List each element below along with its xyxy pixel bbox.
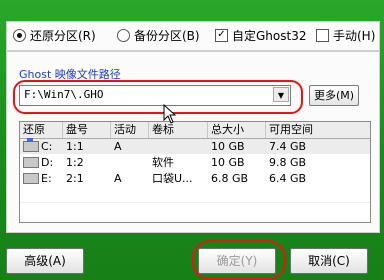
ok-highlight-ring: [192, 240, 286, 280]
radio-unselected-icon: [117, 29, 130, 42]
disk-cell: 1:2: [66, 156, 84, 169]
custom-ghost-checkbox[interactable]: ✓ 自定Ghost32: [215, 28, 306, 44]
radio-selected-icon: [13, 29, 26, 42]
disk-cell: 2:1: [66, 172, 84, 185]
disk-cell: 1:1: [66, 140, 84, 153]
drive-icon: [23, 172, 39, 184]
drive-cell: E:: [20, 171, 52, 186]
label-cell: [149, 139, 152, 154]
more-button[interactable]: 更多(M): [309, 85, 359, 106]
column-header-label[interactable]: 卷标: [149, 122, 208, 138]
free-space-cell: 6.4 GB: [269, 172, 307, 185]
free-space-cell: 9.8 GB: [269, 156, 307, 169]
drive-cell: D:: [20, 155, 53, 170]
backup-partition-label: 备份分区(B): [134, 29, 200, 43]
table-row[interactable]: E: 2:1 A 口袋U... 6.8 GB 6.4 GB: [20, 171, 370, 186]
drive-letter: D:: [41, 156, 54, 169]
restore-panel: Ghost 映像文件路径 F:\Win7\.GHO ▼ 更多(M) 还原 盘号 …: [6, 51, 380, 233]
partition-table: 还原 盘号 活动 卷标 总大小 可用空间 C: 1:1 A 10 GB 7.4 …: [19, 121, 371, 223]
cancel-button[interactable]: 取消(C): [290, 248, 368, 274]
column-header-total-size[interactable]: 总大小: [208, 122, 266, 138]
free-space-cell: 7.4 GB: [269, 140, 307, 153]
column-header-free-space[interactable]: 可用空间: [266, 122, 370, 138]
table-row[interactable]: D: 1:2 软件 10 GB 9.8 GB: [20, 155, 370, 170]
restore-partition-radio[interactable]: 还原分区(R): [13, 28, 96, 44]
active-cell: A: [114, 172, 122, 185]
drive-icon: [23, 156, 39, 168]
label-cell: 软件: [152, 156, 174, 169]
custom-ghost-label: 自定Ghost32: [232, 29, 307, 43]
mode-option-bar: 还原分区(R) 备份分区(B) ✓ 自定Ghost32 手动(H): [6, 21, 380, 51]
drive-letter: E:: [41, 172, 52, 185]
manual-checkbox[interactable]: 手动(H): [316, 28, 375, 44]
column-header-active[interactable]: 活动: [111, 122, 149, 138]
total-size-cell: 6.8 GB: [211, 172, 249, 185]
restore-partition-label: 还原分区(R): [30, 29, 96, 43]
path-highlight-ring: [13, 80, 303, 114]
active-cell: A: [114, 140, 122, 153]
drive-cell: C:: [20, 137, 53, 154]
table-divider: [20, 202, 370, 203]
column-header-restore[interactable]: 还原: [20, 122, 63, 138]
active-cell: [111, 155, 114, 170]
drive-letter: C:: [41, 140, 53, 153]
system-drive-icon: [23, 137, 39, 152]
advanced-button[interactable]: 高级(A): [6, 248, 84, 274]
checkbox-empty-icon: [316, 29, 329, 42]
table-header: 还原 盘号 活动 卷标 总大小 可用空间: [20, 122, 370, 139]
table-row[interactable]: C: 1:1 A 10 GB 7.4 GB: [20, 137, 370, 154]
total-size-cell: 10 GB: [211, 156, 245, 169]
total-size-cell: 10 GB: [211, 140, 245, 153]
mouse-pointer-icon: [163, 104, 177, 124]
checkmark-icon: ✓: [215, 29, 228, 42]
manual-label: 手动(H): [333, 29, 376, 43]
label-cell: 口袋U...: [152, 172, 193, 185]
backup-partition-radio[interactable]: 备份分区(B): [117, 28, 200, 44]
column-header-disk[interactable]: 盘号: [63, 122, 111, 138]
